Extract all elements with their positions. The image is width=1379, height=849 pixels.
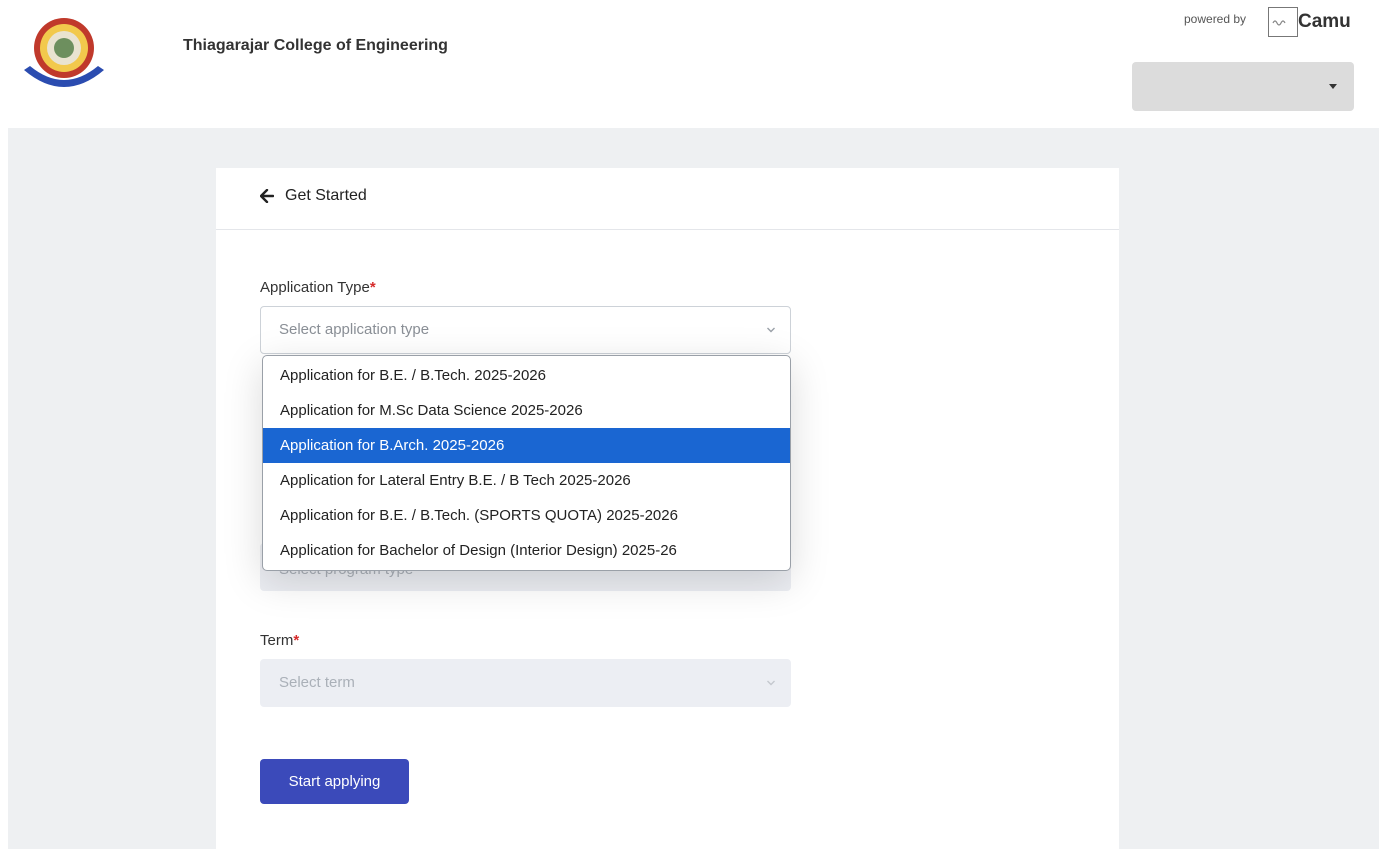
language-select[interactable] <box>1132 62 1354 111</box>
chevron-down-icon <box>767 680 775 686</box>
back-label: Get Started <box>285 187 367 204</box>
application-type-label: Application Type* <box>260 279 376 296</box>
powered-by-label: powered by <box>1184 12 1247 26</box>
term-select: Select term <box>260 659 791 707</box>
arrow-left-icon <box>260 189 274 203</box>
dropdown-option[interactable]: Application for Lateral Entry B.E. / B T… <box>263 463 790 498</box>
college-emblem-icon <box>24 18 104 87</box>
back-link[interactable]: Get Started <box>260 187 367 205</box>
required-mark: * <box>369 279 376 296</box>
term-label: Term* <box>260 632 299 649</box>
application-type-label-text: Application Type <box>260 279 370 296</box>
term-placeholder: Select term <box>279 674 355 691</box>
mycamu-logo: Camu <box>1268 6 1351 38</box>
application-type-placeholder: Select application type <box>279 321 430 338</box>
brand-name: Camu <box>1298 11 1351 32</box>
start-applying-button[interactable]: Start applying <box>260 759 409 804</box>
top-header: Thiagarajar College of Engineering power… <box>0 0 1379 128</box>
application-type-dropdown: Application for B.E. / B.Tech. 2025-2026… <box>262 355 791 571</box>
card-header: Get Started <box>216 168 1119 230</box>
dropdown-option[interactable]: Application for B.E. / B.Tech. (SPORTS Q… <box>263 498 790 533</box>
caret-down-icon <box>1329 84 1337 89</box>
chevron-down-icon <box>767 327 775 333</box>
dropdown-option[interactable]: Application for M.Sc Data Science 2025-2… <box>263 393 790 428</box>
required-mark: * <box>293 632 300 649</box>
dropdown-option-highlighted[interactable]: Application for B.Arch. 2025-2026 <box>263 428 790 463</box>
term-label-text: Term <box>260 632 294 649</box>
mycamu-logo-icon <box>1268 7 1298 37</box>
dropdown-option[interactable]: Application for Bachelor of Design (Inte… <box>263 533 790 568</box>
application-type-select[interactable]: Select application type <box>260 306 791 354</box>
college-name: Thiagarajar College of Engineering <box>183 37 448 54</box>
dropdown-option[interactable]: Application for B.E. / B.Tech. 2025-2026 <box>263 358 790 393</box>
